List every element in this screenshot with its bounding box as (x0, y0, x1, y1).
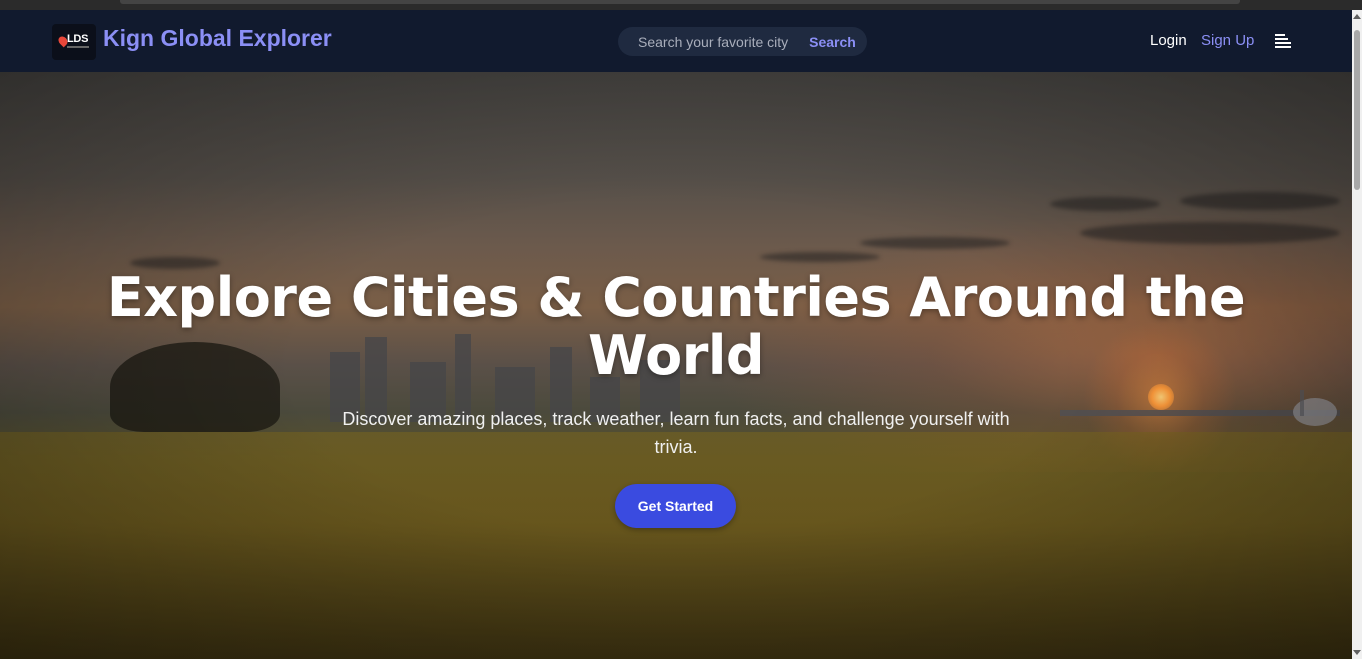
get-started-button[interactable]: Get Started (615, 484, 736, 528)
search-button[interactable]: Search (798, 27, 867, 56)
logo-underline (67, 46, 89, 48)
hero-title-line-1: Explore Cities & Countries Around the (106, 266, 1246, 329)
logo-text: LDS (67, 33, 89, 45)
search-input[interactable] (628, 31, 788, 52)
hero-section: Explore Cities & Countries Around the Wo… (0, 72, 1352, 659)
hero-title: Explore Cities & Countries Around the Wo… (0, 269, 1352, 385)
navbar: LDS Kign Global Explorer Search Login Si… (0, 10, 1352, 72)
browser-top-strip (0, 0, 1362, 10)
menu-icon[interactable] (1275, 34, 1291, 48)
logo[interactable]: LDS (52, 24, 96, 60)
scroll-down-arrow-icon[interactable] (1353, 650, 1361, 655)
login-link[interactable]: Login (1150, 32, 1187, 49)
page-scrollbar[interactable] (1352, 10, 1362, 659)
search-bar: Search (618, 27, 867, 56)
scroll-up-arrow-icon[interactable] (1353, 14, 1361, 19)
browser-tab-edge (120, 0, 1240, 4)
scroll-thumb[interactable] (1354, 30, 1360, 190)
hero-title-line-2: World (587, 324, 765, 387)
brand-title[interactable]: Kign Global Explorer (103, 25, 332, 52)
hero-subtitle: Discover amazing places, track weather, … (342, 409, 1010, 457)
signup-link[interactable]: Sign Up (1201, 32, 1254, 49)
